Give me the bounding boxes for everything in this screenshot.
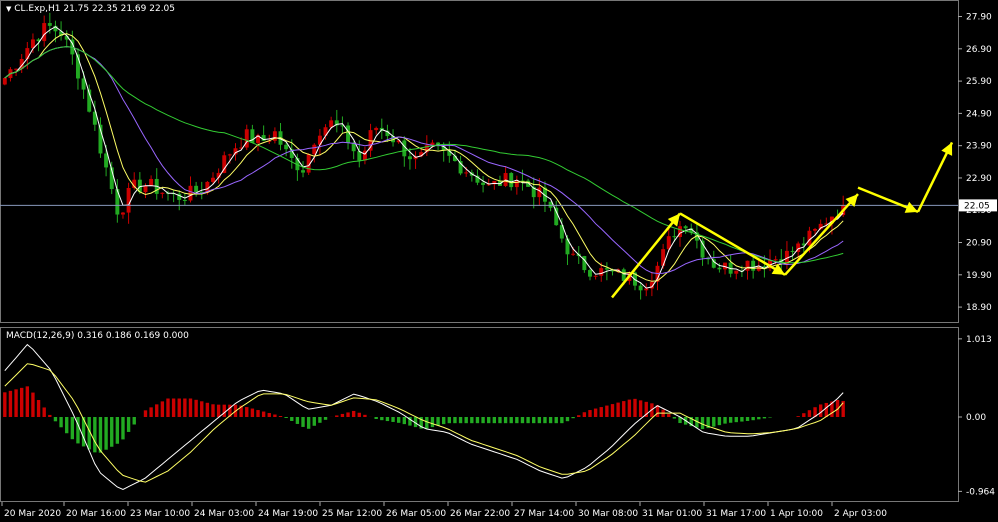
macd-layer	[3, 343, 845, 490]
candle-body	[42, 23, 47, 42]
candle-body	[329, 120, 334, 128]
candle-body	[745, 260, 750, 271]
candle-body	[514, 180, 519, 188]
time-axis-label: 31 Mar 17:00	[706, 509, 766, 519]
candle-body	[593, 275, 598, 277]
candle-body	[717, 267, 722, 270]
time-axis-label: 1 Apr 10:00	[770, 509, 823, 519]
candle-body	[813, 229, 818, 231]
candle-body	[407, 156, 412, 160]
candle-body	[211, 177, 215, 182]
candle-body	[14, 68, 19, 70]
macd-main-line	[4, 343, 844, 490]
candle-body	[143, 185, 148, 193]
current-price-label: 22.05	[964, 201, 990, 211]
candle-body	[244, 129, 249, 148]
candle-body	[638, 285, 643, 291]
candle-body	[683, 226, 688, 229]
price-axis-label: 26.90	[966, 45, 992, 55]
price-axis-label: 18.90	[966, 303, 992, 313]
candle-body	[284, 144, 289, 150]
macd-axis-label: 0.00	[966, 413, 986, 423]
candle-body	[661, 249, 666, 266]
price-axis-label: 23.90	[966, 142, 992, 152]
price-axis-label: 20.90	[966, 239, 992, 249]
price-axis-label: 22.90	[966, 174, 992, 184]
macd-axis-label: -0.964	[966, 487, 995, 497]
macd-axis-label: 1.013	[966, 335, 992, 345]
candle-body	[25, 48, 30, 59]
price-layer	[0, 12, 958, 300]
time-axis-label: 2 Apr 03:00	[834, 509, 887, 519]
candle-body	[599, 268, 604, 276]
candle-body	[604, 268, 609, 270]
candle-body	[644, 288, 649, 291]
price-panel-frame	[0, 0, 959, 323]
time-axis-label: 20 Mar 16:00	[66, 509, 126, 519]
time-axis-label: 24 Mar 03:00	[194, 509, 254, 519]
time-axis-label: 20 Mar 2020	[4, 509, 61, 519]
candle-body	[250, 129, 255, 143]
macd-signal-line	[4, 363, 844, 483]
candle-body	[194, 185, 199, 192]
ma-slow-line	[4, 46, 844, 275]
candle-body	[464, 172, 469, 174]
candle-body	[2, 78, 7, 85]
candle-body	[374, 127, 379, 131]
time-axis-label: 25 Mar 12:00	[322, 509, 382, 519]
price-axis-label: 27.90	[966, 13, 992, 23]
time-axis-label: 31 Mar 01:00	[642, 509, 702, 519]
candle-body	[773, 259, 778, 261]
candle-body	[672, 236, 677, 238]
trend-arrow-line	[784, 193, 859, 276]
price-axis-label: 25.90	[966, 77, 992, 87]
candle-body	[571, 253, 576, 255]
price-axis-label: 19.90	[966, 271, 992, 281]
candle-body	[182, 199, 187, 201]
axis-layer: 27.9026.9025.9024.9023.9022.9021.9020.90…	[1, 13, 997, 519]
candle-body	[588, 270, 592, 277]
candle-body	[227, 154, 232, 156]
time-axis-label: 27 Mar 14:00	[514, 509, 574, 519]
candle-body	[790, 250, 795, 252]
time-axis-label: 24 Mar 19:00	[258, 509, 318, 519]
candle-body	[509, 173, 514, 188]
candle-body	[121, 212, 125, 215]
candle-body	[481, 182, 486, 185]
time-axis-label: 30 Mar 08:00	[578, 509, 638, 519]
candle-body	[149, 178, 154, 186]
ma-long-line	[4, 46, 844, 264]
candle-body	[751, 260, 756, 271]
time-axis-label: 26 Mar 22:00	[450, 509, 510, 519]
candle-body	[47, 23, 52, 26]
candle-body	[126, 187, 131, 213]
price-axis-label: 24.90	[966, 109, 992, 119]
candle-body	[734, 270, 739, 274]
candle-body	[312, 144, 317, 155]
ma-mid-line	[4, 33, 844, 282]
time-axis-label: 26 Mar 05:00	[386, 509, 446, 519]
candle-body	[160, 192, 165, 194]
candle-body	[301, 170, 305, 173]
candle-body	[188, 185, 193, 201]
candle-body	[711, 259, 716, 268]
chart-canvas: 27.9026.9025.9024.9023.9022.9021.9020.90…	[0, 0, 997, 519]
time-axis-label: 23 Mar 10:00	[130, 509, 190, 519]
